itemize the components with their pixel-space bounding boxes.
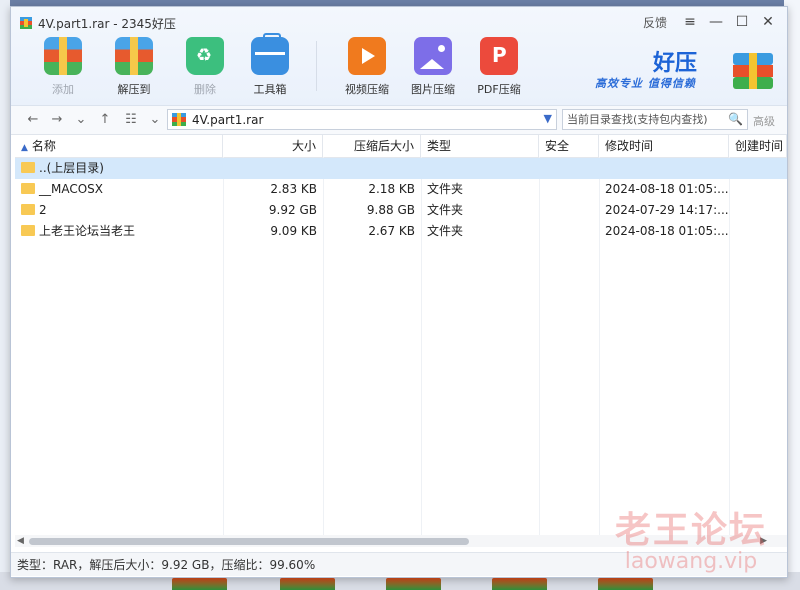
file-modified: 2024-07-29 14:17:... xyxy=(605,203,729,217)
up-directory-icon[interactable]: ↑ xyxy=(95,111,115,129)
close-icon[interactable]: ✕ xyxy=(757,13,779,31)
path-text: 4V.part1.rar xyxy=(192,113,264,127)
file-modified: 2024-08-18 01:05:... xyxy=(605,224,729,238)
file-packed-size: 9.88 GB xyxy=(366,203,415,217)
desktop-decoration xyxy=(492,578,547,590)
file-name: 上老王论坛当老王 xyxy=(39,224,136,238)
toolbar-divider xyxy=(316,41,317,91)
view-mode-icon[interactable]: ☷ xyxy=(121,111,141,129)
file-type: 文件夹 xyxy=(427,203,464,217)
path-dropdown-icon[interactable]: ▼ xyxy=(544,112,552,125)
path-field[interactable]: 4V.part1.rar ▼ xyxy=(167,109,557,130)
file-modified: 2024-08-18 01:05:... xyxy=(605,182,729,196)
pdf-compress-button[interactable]: P PDF压缩 xyxy=(469,37,529,97)
back-icon[interactable]: ← xyxy=(23,111,43,129)
video-icon xyxy=(348,37,386,75)
pdf-icon: P xyxy=(480,37,518,75)
header-toolbar: 4V.part1.rar - 2345好压 反馈 ≡ — ☐ ✕ 添加 解压到 … xyxy=(11,7,787,106)
scroll-left-icon[interactable]: ◀ xyxy=(17,535,24,547)
delete-label: 删除 xyxy=(194,83,216,96)
file-packed-size: 2.67 KB xyxy=(368,224,415,238)
scrollbar-thumb[interactable] xyxy=(29,538,469,545)
window-controls: 反馈 ≡ — ☐ ✕ xyxy=(643,13,779,31)
add-button[interactable]: 添加 xyxy=(33,37,93,97)
toolbox-icon xyxy=(251,33,289,75)
forward-icon[interactable]: → xyxy=(47,111,67,129)
file-type: 文件夹 xyxy=(427,224,464,238)
maximize-icon[interactable]: ☐ xyxy=(731,13,753,31)
table-row[interactable]: __MACOSX 2.83 KB 2.18 KB 文件夹 2024-08-18 … xyxy=(15,179,787,200)
column-type[interactable]: 类型 xyxy=(421,135,539,157)
file-size: 9.92 GB xyxy=(268,203,317,217)
file-type: 文件夹 xyxy=(427,182,464,196)
add-archive-icon xyxy=(44,37,82,75)
image-icon xyxy=(414,37,452,75)
watermark-url: laowang.vip xyxy=(624,549,758,574)
search-icon[interactable]: 🔍 xyxy=(728,112,743,126)
watermark: 老王论坛 laowang.vip xyxy=(615,501,767,574)
desktop-decoration xyxy=(386,578,441,590)
folder-icon xyxy=(21,162,35,173)
column-security[interactable]: 安全 xyxy=(539,135,599,157)
column-created[interactable]: 创建时间 xyxy=(729,135,787,157)
video-compress-label: 视频压缩 xyxy=(345,83,389,96)
add-label: 添加 xyxy=(52,83,74,96)
folder-icon xyxy=(21,225,35,236)
video-compress-button[interactable]: 视频压缩 xyxy=(337,37,397,97)
desktop-decoration xyxy=(280,578,335,590)
feedback-link[interactable]: 反馈 xyxy=(643,14,667,31)
pdf-compress-label: PDF压缩 xyxy=(477,83,521,96)
history-chevron-icon[interactable]: ⌄ xyxy=(71,111,91,129)
view-mode-chevron-icon[interactable]: ⌄ xyxy=(145,111,165,129)
extract-button[interactable]: 解压到 xyxy=(104,37,164,97)
file-size: 9.09 KB xyxy=(270,224,317,238)
advanced-search-link[interactable]: 高级 xyxy=(753,113,775,129)
column-size[interactable]: 大小 xyxy=(223,135,323,157)
address-bar: ← → ⌄ ↑ ☷ ⌄ 4V.part1.rar ▼ 🔍 高级 xyxy=(11,106,787,135)
file-packed-size: 2.18 KB xyxy=(368,182,415,196)
delete-button[interactable]: ♻ 删除 xyxy=(175,37,235,97)
file-name: __MACOSX xyxy=(39,182,104,196)
desktop-decoration xyxy=(172,578,227,590)
minimize-icon[interactable]: — xyxy=(705,13,727,31)
archive-file-icon xyxy=(172,113,186,126)
file-size: 2.83 KB xyxy=(270,182,317,196)
window-title: 4V.part1.rar - 2345好压 xyxy=(38,17,176,31)
search-input[interactable] xyxy=(563,110,729,129)
app-window: 4V.part1.rar - 2345好压 反馈 ≡ — ☐ ✕ 添加 解压到 … xyxy=(10,6,788,578)
image-compress-button[interactable]: 图片压缩 xyxy=(403,37,463,97)
image-compress-label: 图片压缩 xyxy=(411,83,455,96)
table-row[interactable]: ..(上层目录) xyxy=(15,158,787,179)
app-logo-icon xyxy=(20,17,32,29)
recycle-bin-icon: ♻ xyxy=(186,37,224,75)
sort-asc-icon: ▲ xyxy=(21,143,28,153)
toolbox-label: 工具箱 xyxy=(253,83,287,96)
file-name: ..(上层目录) xyxy=(39,161,104,175)
brand-name: 好压 xyxy=(653,51,698,76)
brand-archive-icon xyxy=(733,53,773,89)
brand-slogan: 高效专业 值得信赖 xyxy=(595,77,696,90)
table-row[interactable]: 2 9.92 GB 9.88 GB 文件夹 2024-07-29 14:17:.… xyxy=(15,200,787,221)
desktop-left-edge xyxy=(0,0,10,590)
file-list: ▲ 名称 大小 压缩后大小 类型 安全 修改时间 创建时间 ..(上层目录) __… xyxy=(15,135,787,535)
brand-logo: 好压 高效专业 值得信赖 xyxy=(595,45,775,97)
desktop-decoration xyxy=(598,578,653,590)
folder-icon xyxy=(21,204,35,215)
file-name: 2 xyxy=(39,203,47,217)
extract-archive-icon xyxy=(115,37,153,75)
column-modified[interactable]: 修改时间 xyxy=(599,135,729,157)
table-row[interactable]: 上老王论坛当老王 9.09 KB 2.67 KB 文件夹 2024-08-18 … xyxy=(15,221,787,242)
menu-icon[interactable]: ≡ xyxy=(679,13,701,31)
extract-label: 解压到 xyxy=(117,83,151,96)
watermark-title: 老王论坛 xyxy=(614,510,767,551)
column-name[interactable]: ▲ 名称 xyxy=(15,135,223,157)
column-packed-size[interactable]: 压缩后大小 xyxy=(323,135,421,157)
toolbox-button[interactable]: 工具箱 xyxy=(240,33,300,97)
search-field: 🔍 xyxy=(562,109,748,130)
folder-icon xyxy=(21,183,35,194)
column-headers: ▲ 名称 大小 压缩后大小 类型 安全 修改时间 创建时间 xyxy=(15,135,787,158)
